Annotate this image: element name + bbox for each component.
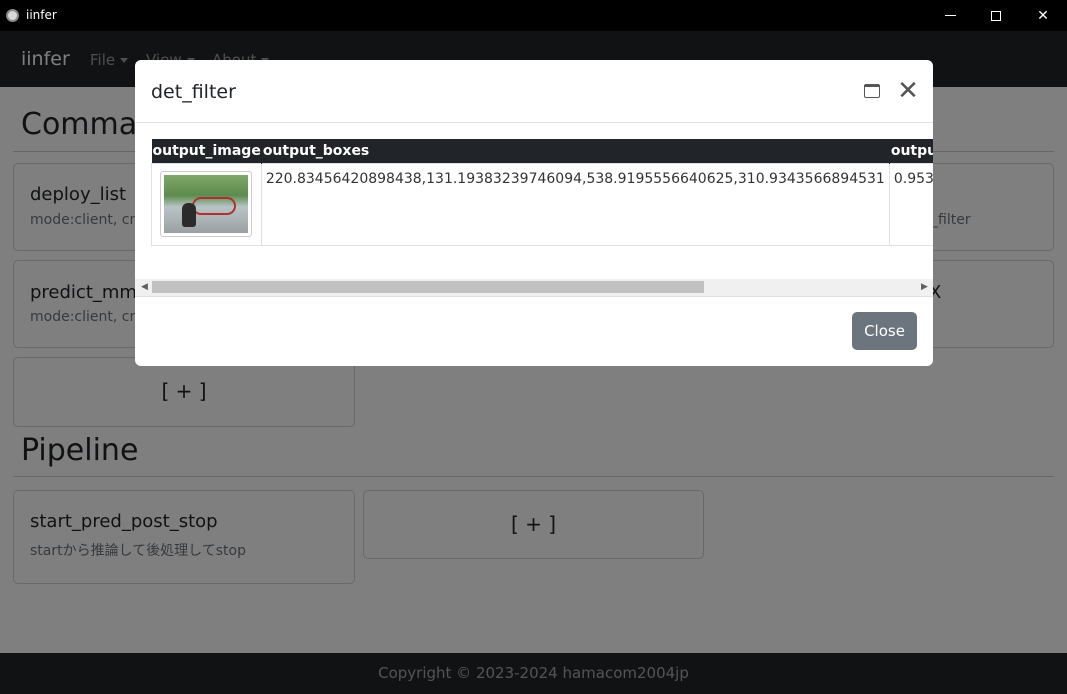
close-icon: ✕: [1037, 7, 1049, 24]
fullscreen-button[interactable]: [859, 78, 885, 104]
table-header-row: output_image output_boxes output_scores: [151, 139, 933, 163]
modal-title: det_filter: [151, 81, 236, 103]
window-titlebar: iinfer ✕: [0, 0, 1067, 31]
scroll-right-icon[interactable]: ▶: [921, 282, 928, 292]
app-icon: [6, 9, 19, 22]
output-image-thumbnail[interactable]: [160, 170, 253, 237]
maximize-button[interactable]: [973, 0, 1019, 31]
table-row: 220.83456420898438,131.19383239746094,53…: [151, 162, 933, 246]
column-header: output_boxes: [261, 139, 890, 163]
close-button[interactable]: Close: [852, 312, 917, 350]
column-header: output_image: [151, 139, 262, 163]
output-boxes-cell: 220.83456420898438,131.19383239746094,53…: [260, 162, 890, 246]
photo-image: [164, 174, 249, 233]
maximize-icon: [991, 10, 1001, 21]
modal-footer: Close: [135, 296, 933, 366]
minimize-button[interactable]: [927, 0, 973, 31]
column-header: output_scores: [889, 139, 933, 163]
det-filter-dialog: det_filter ✕ output_image output_boxes o…: [135, 60, 933, 366]
close-icon: ✕: [897, 76, 919, 106]
output-image-cell: [151, 162, 262, 246]
window-close-button[interactable]: ✕: [1020, 0, 1066, 31]
bicycle-shape: [192, 196, 237, 215]
output-scores-cell: 0.9533436: [888, 162, 933, 246]
horizontal-scrollbar[interactable]: ◀ ▶: [135, 279, 933, 296]
window-title: iinfer: [26, 8, 57, 22]
scrollbar-thumb[interactable]: [152, 281, 704, 293]
scroll-left-icon[interactable]: ◀: [141, 282, 148, 292]
minimize-icon: [944, 15, 956, 16]
result-table-container[interactable]: output_image output_boxes output_scores: [151, 139, 933, 279]
window-maximize-icon: [864, 84, 880, 98]
result-table: output_image output_boxes output_scores: [151, 139, 933, 246]
modal-header: det_filter ✕: [135, 60, 933, 123]
modal-close-x-button[interactable]: ✕: [895, 78, 921, 104]
dog-shape: [182, 202, 197, 227]
